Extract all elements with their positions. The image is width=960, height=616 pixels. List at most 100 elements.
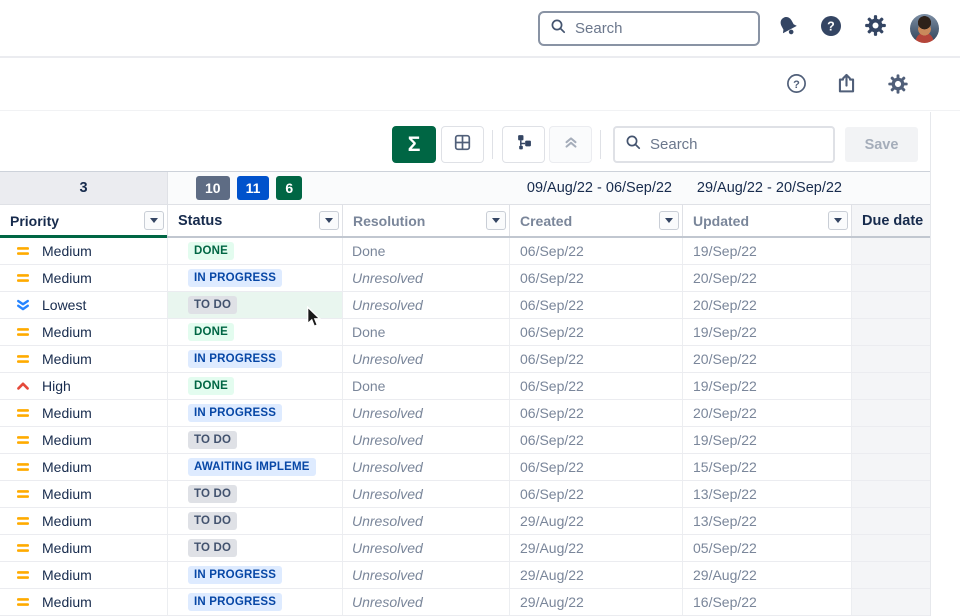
- created-cell[interactable]: 29/Aug/22: [510, 508, 683, 534]
- status-cell[interactable]: TO DO: [168, 481, 343, 507]
- save-button[interactable]: Save: [845, 127, 918, 162]
- status-cell[interactable]: IN PROGRESS: [168, 400, 343, 426]
- updated-cell[interactable]: 20/Sep/22: [683, 265, 852, 291]
- updated-cell[interactable]: 29/Aug/22: [683, 562, 852, 588]
- due-date-cell[interactable]: [852, 346, 930, 372]
- resolution-cell[interactable]: Unresolved: [343, 535, 510, 561]
- help-button[interactable]: ?: [817, 14, 845, 42]
- column-filter-dropdown[interactable]: [319, 211, 339, 230]
- due-date-cell[interactable]: [852, 427, 930, 453]
- grid-view-button[interactable]: [441, 126, 484, 163]
- due-date-cell[interactable]: [852, 373, 930, 399]
- created-cell[interactable]: 06/Sep/22: [510, 292, 683, 318]
- table-row[interactable]: MediumIN PROGRESSUnresolved06/Sep/2220/S…: [0, 265, 930, 292]
- resolution-cell[interactable]: Unresolved: [343, 427, 510, 453]
- status-cell[interactable]: DONE: [168, 319, 343, 345]
- export-button[interactable]: [832, 72, 860, 100]
- count-badge[interactable]: 11: [237, 176, 270, 200]
- updated-cell[interactable]: 19/Sep/22: [683, 238, 852, 264]
- count-badge[interactable]: 10: [196, 176, 230, 200]
- column-header-updated[interactable]: Updated: [683, 205, 852, 236]
- due-date-cell[interactable]: [852, 292, 930, 318]
- updated-cell[interactable]: 20/Sep/22: [683, 292, 852, 318]
- priority-cell[interactable]: Medium: [0, 427, 168, 453]
- page-help-button[interactable]: ?: [782, 72, 810, 100]
- updated-cell[interactable]: 05/Sep/22: [683, 535, 852, 561]
- page-settings-button[interactable]: [884, 72, 912, 100]
- column-header-priority[interactable]: Priority: [0, 205, 168, 236]
- created-cell[interactable]: 06/Sep/22: [510, 481, 683, 507]
- status-cell[interactable]: IN PROGRESS: [168, 589, 343, 615]
- due-date-cell[interactable]: [852, 508, 930, 534]
- updated-cell[interactable]: 20/Sep/22: [683, 346, 852, 372]
- collapse-all-button[interactable]: [549, 126, 592, 163]
- created-cell[interactable]: 06/Sep/22: [510, 373, 683, 399]
- sum-toggle-button[interactable]: Σ: [392, 126, 436, 163]
- priority-cell[interactable]: Medium: [0, 346, 168, 372]
- table-row[interactable]: MediumDONEDone06/Sep/2219/Sep/22: [0, 319, 930, 346]
- resolution-cell[interactable]: Unresolved: [343, 400, 510, 426]
- created-cell[interactable]: 06/Sep/22: [510, 319, 683, 345]
- updated-cell[interactable]: 13/Sep/22: [683, 481, 852, 507]
- status-cell[interactable]: IN PROGRESS: [168, 562, 343, 588]
- priority-cell[interactable]: Medium: [0, 238, 168, 264]
- created-date-range[interactable]: 09/Aug/22 - 06/Sep/22: [500, 172, 672, 204]
- created-cell[interactable]: 06/Sep/22: [510, 454, 683, 480]
- table-row[interactable]: MediumIN PROGRESSUnresolved06/Sep/2220/S…: [0, 400, 930, 427]
- resolution-cell[interactable]: Unresolved: [343, 481, 510, 507]
- column-filter-dropdown[interactable]: [144, 211, 164, 230]
- status-cell[interactable]: AWAITING IMPLEME: [168, 454, 343, 480]
- updated-cell[interactable]: 19/Sep/22: [683, 319, 852, 345]
- resolution-cell[interactable]: Done: [343, 319, 510, 345]
- resolution-cell[interactable]: Unresolved: [343, 292, 510, 318]
- column-header-resolution[interactable]: Resolution: [343, 205, 510, 236]
- table-row[interactable]: LowestTO DOUnresolved06/Sep/2220/Sep/22: [0, 292, 930, 319]
- due-date-cell[interactable]: [852, 481, 930, 507]
- priority-group-count[interactable]: 3: [0, 172, 168, 204]
- table-row[interactable]: MediumAWAITING IMPLEMEUnresolved06/Sep/2…: [0, 454, 930, 481]
- priority-cell[interactable]: Medium: [0, 535, 168, 561]
- created-cell[interactable]: 06/Sep/22: [510, 238, 683, 264]
- priority-cell[interactable]: High: [0, 373, 168, 399]
- updated-cell[interactable]: 16/Sep/22: [683, 589, 852, 615]
- priority-cell[interactable]: Medium: [0, 265, 168, 291]
- priority-cell[interactable]: Medium: [0, 508, 168, 534]
- created-cell[interactable]: 06/Sep/22: [510, 400, 683, 426]
- due-date-cell[interactable]: [852, 265, 930, 291]
- due-date-cell[interactable]: [852, 454, 930, 480]
- priority-cell[interactable]: Medium: [0, 481, 168, 507]
- updated-cell[interactable]: 13/Sep/22: [683, 508, 852, 534]
- due-date-cell[interactable]: [852, 562, 930, 588]
- table-row[interactable]: MediumTO DOUnresolved29/Aug/2213/Sep/22: [0, 508, 930, 535]
- resolution-cell[interactable]: Unresolved: [343, 508, 510, 534]
- status-cell[interactable]: IN PROGRESS: [168, 265, 343, 291]
- priority-cell[interactable]: Medium: [0, 454, 168, 480]
- table-search-input[interactable]: Search: [613, 126, 835, 163]
- created-cell[interactable]: 29/Aug/22: [510, 589, 683, 615]
- resolution-cell[interactable]: Unresolved: [343, 265, 510, 291]
- column-filter-dropdown[interactable]: [659, 211, 679, 230]
- updated-date-range[interactable]: 29/Aug/22 - 20/Sep/22: [680, 172, 842, 204]
- created-cell[interactable]: 06/Sep/22: [510, 265, 683, 291]
- status-cell[interactable]: TO DO: [168, 427, 343, 453]
- table-row[interactable]: MediumTO DOUnresolved06/Sep/2219/Sep/22: [0, 427, 930, 454]
- resolution-cell[interactable]: Done: [343, 238, 510, 264]
- resolution-cell[interactable]: Unresolved: [343, 346, 510, 372]
- table-row[interactable]: MediumIN PROGRESSUnresolved06/Sep/2220/S…: [0, 346, 930, 373]
- resolution-cell[interactable]: Unresolved: [343, 454, 510, 480]
- status-cell[interactable]: IN PROGRESS: [168, 346, 343, 372]
- priority-cell[interactable]: Medium: [0, 562, 168, 588]
- column-header-due-date[interactable]: Due date: [852, 205, 930, 236]
- table-row[interactable]: MediumDONEDone06/Sep/2219/Sep/22: [0, 238, 930, 265]
- updated-cell[interactable]: 19/Sep/22: [683, 427, 852, 453]
- updated-cell[interactable]: 19/Sep/22: [683, 373, 852, 399]
- count-badge[interactable]: 6: [276, 176, 302, 200]
- due-date-cell[interactable]: [852, 535, 930, 561]
- priority-cell[interactable]: Medium: [0, 400, 168, 426]
- table-row[interactable]: MediumTO DOUnresolved06/Sep/2213/Sep/22: [0, 481, 930, 508]
- due-date-cell[interactable]: [852, 238, 930, 264]
- status-cell[interactable]: DONE: [168, 238, 343, 264]
- notifications-button[interactable]: [774, 14, 802, 42]
- global-search-input[interactable]: Search: [538, 11, 760, 46]
- created-cell[interactable]: 06/Sep/22: [510, 427, 683, 453]
